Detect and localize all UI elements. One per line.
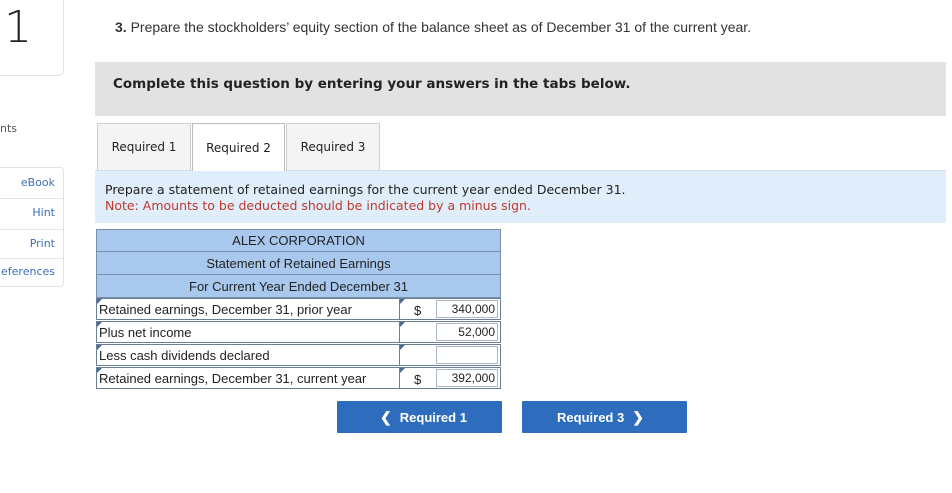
ebook-link[interactable]: eBook bbox=[21, 176, 55, 189]
statement-row: Retained earnings, December 31, prior ye… bbox=[96, 298, 501, 321]
amount-cell bbox=[400, 321, 501, 343]
statement-period: For Current Year Ended December 31 bbox=[96, 275, 501, 298]
statement-company: ALEX CORPORATION bbox=[96, 229, 501, 252]
tab-required-3[interactable]: Required 3 bbox=[286, 123, 380, 170]
currency-symbol: $ bbox=[414, 372, 422, 387]
row-label-input[interactable]: Plus net income bbox=[96, 321, 400, 343]
chevron-left-icon: ❮ bbox=[380, 408, 392, 425]
next-button-label: Required 3 bbox=[557, 409, 625, 425]
divider bbox=[0, 229, 63, 230]
instruction-text: Prepare a statement of retained earnings… bbox=[105, 182, 626, 197]
row-label-input[interactable]: Retained earnings, December 31, current … bbox=[96, 367, 400, 389]
points-label: nts bbox=[0, 122, 18, 135]
amount-cell: $ bbox=[400, 367, 501, 389]
question-body: Prepare the stockholders’ equity section… bbox=[130, 19, 752, 35]
tab-required-1[interactable]: Required 1 bbox=[97, 123, 191, 170]
divider bbox=[0, 258, 63, 259]
amount-input[interactable] bbox=[436, 369, 498, 387]
row-label-input[interactable]: Less cash dividends declared bbox=[96, 344, 400, 366]
statement-row: Plus net income bbox=[96, 321, 501, 344]
instructions-banner: Complete this question by entering your … bbox=[95, 62, 946, 116]
divider bbox=[0, 198, 63, 199]
amount-cell: $ bbox=[400, 298, 501, 320]
amount-input[interactable] bbox=[436, 346, 498, 364]
hint-link[interactable]: Hint bbox=[32, 206, 55, 219]
side-tools: eBook Hint Print eferences bbox=[0, 167, 64, 287]
next-required-button[interactable]: Required 3 ❯ bbox=[522, 401, 687, 433]
amount-input[interactable] bbox=[436, 323, 498, 341]
statement-title: Statement of Retained Earnings bbox=[96, 252, 501, 275]
row-label: Plus net income bbox=[99, 324, 192, 340]
question-part-number: 3. bbox=[115, 19, 127, 35]
tab-required-2[interactable]: Required 2 bbox=[192, 123, 285, 171]
instruction-note: Note: Amounts to be deducted should be i… bbox=[105, 198, 531, 213]
print-link[interactable]: Print bbox=[30, 237, 55, 250]
row-label: Retained earnings, December 31, prior ye… bbox=[99, 301, 352, 317]
row-label-input[interactable]: Retained earnings, December 31, prior ye… bbox=[96, 298, 400, 320]
retained-earnings-statement: ALEX CORPORATION Statement of Retained E… bbox=[96, 229, 501, 390]
row-label: Less cash dividends declared bbox=[99, 347, 270, 363]
amount-input[interactable] bbox=[436, 300, 498, 318]
row-label: Retained earnings, December 31, current … bbox=[99, 370, 367, 386]
amount-cell bbox=[400, 344, 501, 366]
prev-required-button[interactable]: ❮ Required 1 bbox=[337, 401, 502, 433]
statement-row: Less cash dividends declared bbox=[96, 344, 501, 367]
chevron-right-icon: ❯ bbox=[632, 408, 644, 425]
prev-button-label: Required 1 bbox=[399, 409, 467, 425]
question-number: 1 bbox=[4, 2, 32, 53]
statement-row: Retained earnings, December 31, current … bbox=[96, 367, 501, 390]
references-link[interactable]: eferences bbox=[1, 265, 55, 278]
currency-symbol: $ bbox=[414, 303, 422, 318]
question-text: 3. Prepare the stockholders’ equity sect… bbox=[115, 19, 751, 35]
banner-text: Complete this question by entering your … bbox=[113, 76, 631, 92]
tab-instructions: Prepare a statement of retained earnings… bbox=[95, 170, 946, 223]
